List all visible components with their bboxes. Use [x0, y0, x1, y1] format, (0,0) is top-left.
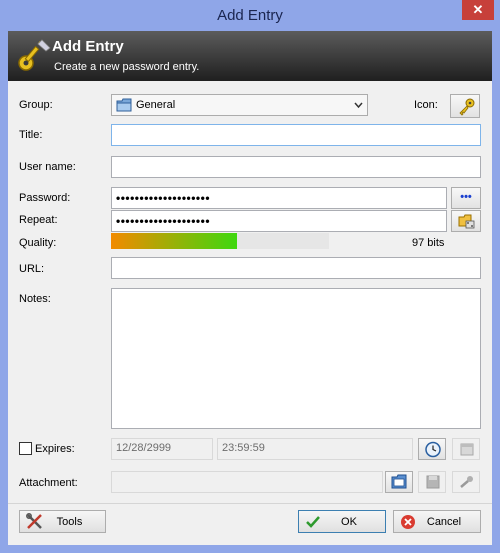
tools-button[interactable]: Tools [19, 510, 106, 533]
calendar-button[interactable] [452, 438, 480, 460]
expiry-date-input[interactable]: 12/28/2999 [111, 438, 213, 460]
gear-key-icon [459, 98, 475, 116]
add-entry-window: Add Entry ✕ Add Entry Create a new passw… [0, 0, 500, 553]
password-generator-button[interactable] [451, 210, 481, 232]
group-dropdown[interactable]: General [111, 94, 368, 116]
show-password-button[interactable]: ••• [451, 187, 481, 209]
attachment-tools-button[interactable] [452, 471, 480, 493]
attach-file-button[interactable] [385, 471, 413, 493]
icon-label: Icon: [414, 99, 438, 111]
calendar-icon [460, 443, 474, 456]
title-bar[interactable]: Add Entry ✕ [0, 0, 500, 31]
folder-icon [116, 98, 132, 112]
group-label: Group: [19, 99, 53, 111]
dots-icon: ••• [460, 191, 472, 203]
clock-icon [425, 441, 441, 458]
notes-textarea[interactable] [111, 288, 481, 429]
expiry-presets-button[interactable] [418, 438, 446, 460]
footer-divider [8, 503, 492, 504]
attachment-tools-icon [460, 476, 473, 488]
repeat-label: Repeat: [19, 214, 58, 226]
header-banner: Add Entry Create a new password entry. [8, 31, 492, 81]
quality-bar-fill [111, 233, 238, 249]
banner-subtitle: Create a new password entry. [54, 61, 200, 73]
icon-picker-button[interactable] [450, 94, 480, 118]
quality-label: Quality: [19, 237, 57, 249]
password-label: Password: [19, 192, 71, 204]
quality-bar [111, 233, 329, 249]
banner-title: Add Entry [52, 38, 124, 55]
attachment-label: Attachment: [19, 477, 78, 489]
save-icon [426, 475, 440, 489]
open-folder-icon [391, 474, 407, 489]
expires-label: Expires: [35, 443, 75, 455]
close-button[interactable]: ✕ [462, 0, 494, 20]
group-value: General [136, 99, 176, 111]
title-label: Title: [19, 129, 43, 141]
key-icon [18, 39, 51, 71]
save-attachment-button[interactable] [418, 471, 446, 493]
attachment-input[interactable] [111, 471, 383, 493]
cancel-button-label: Cancel [426, 516, 462, 528]
url-label: URL: [19, 263, 45, 275]
title-input[interactable] [111, 124, 481, 146]
cancel-button[interactable]: Cancel [393, 510, 481, 533]
ok-button-label: OK [341, 516, 357, 528]
url-input[interactable] [111, 257, 481, 279]
repeat-password-input[interactable]: •••••••••••••••••••• [111, 210, 447, 232]
username-input[interactable] [111, 156, 481, 178]
notes-label: Notes: [19, 293, 51, 305]
expires-checkbox[interactable] [19, 442, 32, 455]
expiry-time-input[interactable]: 23:59:59 [217, 438, 413, 460]
ok-button[interactable]: OK [298, 510, 386, 533]
window-title: Add Entry [217, 7, 283, 24]
tools-button-label: Tools [56, 516, 83, 528]
quality-bits: 97 bits [412, 237, 445, 249]
password-generator-icon [458, 214, 475, 229]
chevron-down-icon [354, 102, 363, 109]
username-label: User name: [19, 161, 76, 173]
password-input[interactable]: •••••••••••••••••••• [111, 187, 447, 209]
dialog-body: Add Entry Create a new password entry. G… [8, 31, 492, 545]
